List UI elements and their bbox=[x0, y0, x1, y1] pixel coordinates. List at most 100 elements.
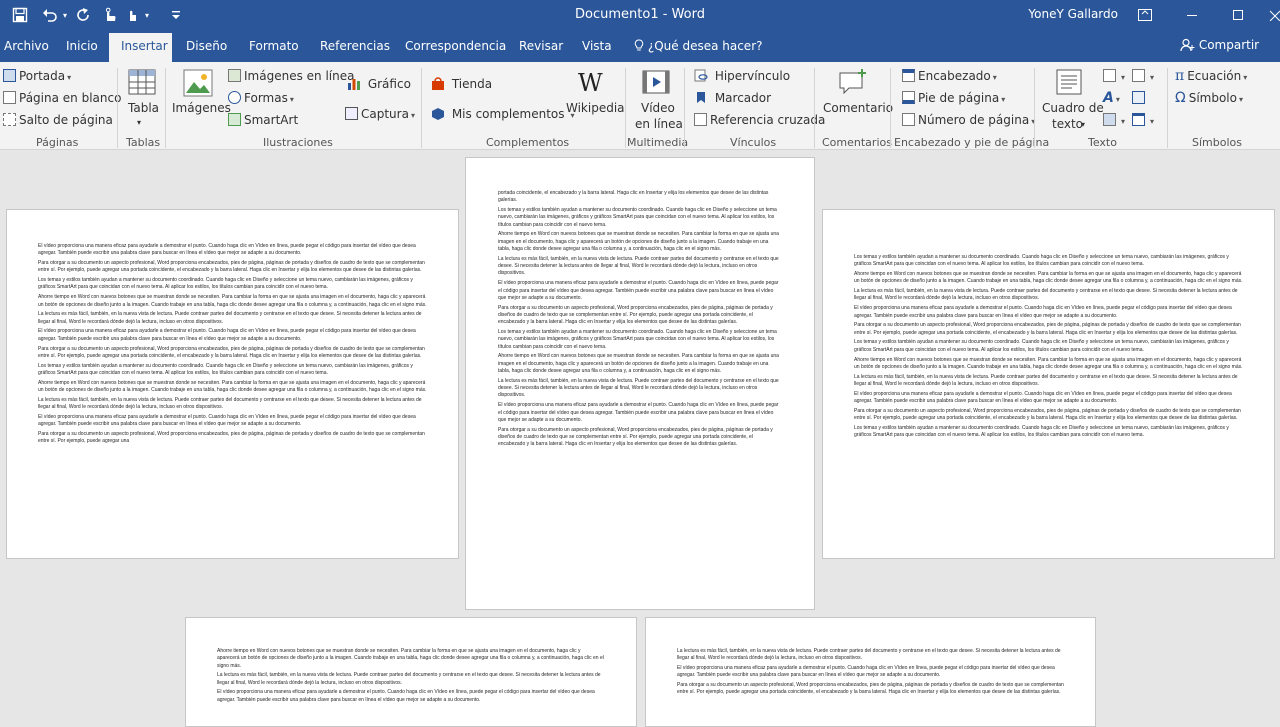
tab-insertar[interactable]: Insertar bbox=[121, 39, 168, 53]
table-icon bbox=[128, 69, 156, 95]
imagenes-en-linea-label: Imágenes en línea bbox=[244, 69, 355, 83]
tab-inicio[interactable]: Inicio bbox=[66, 39, 98, 53]
page-paragraph: La lectura es más fácil, también, en la … bbox=[854, 373, 1238, 387]
tab-formato[interactable]: Formato bbox=[249, 39, 299, 53]
user-name[interactable]: YoneY Gallardo bbox=[1028, 7, 1118, 21]
tab-referencias[interactable]: Referencias bbox=[320, 39, 390, 53]
tienda-label: Tienda bbox=[451, 77, 493, 91]
object-icon bbox=[1132, 113, 1145, 126]
bookmark-icon bbox=[694, 91, 715, 105]
page-paragraph: El vídeo proporciona una manera eficaz p… bbox=[38, 413, 416, 428]
hipervinculo-button[interactable]: Hipervínculo bbox=[694, 69, 790, 83]
quick-parts-button[interactable]: ▾ bbox=[1103, 69, 1125, 85]
page-paragraph: portada coincidente, el encabezado y la … bbox=[498, 190, 769, 204]
document-page-5[interactable]: La lectura es más fácil, también, en la … bbox=[645, 617, 1096, 727]
document-page-4[interactable]: Ahorre tiempo en Word con nuevos botones… bbox=[185, 617, 637, 727]
salto-de-pagina-button[interactable]: Salto de página bbox=[3, 113, 113, 127]
drop-cap-icon bbox=[1103, 113, 1116, 126]
encabezado-button[interactable]: Encabezado ▾ bbox=[902, 69, 997, 85]
my-addins-icon bbox=[431, 107, 452, 121]
grafico-button[interactable]: Gráfico bbox=[347, 77, 411, 91]
page-text: La lectura es más fácil, también, en la … bbox=[677, 648, 1064, 697]
mis-complementos-label: Mis complementos bbox=[451, 107, 565, 121]
tab-archivo[interactable]: Archivo bbox=[4, 39, 49, 53]
pagina-en-blanco-label: Página en blanco bbox=[19, 91, 122, 105]
share-person-icon bbox=[1180, 38, 1199, 52]
page-paragraph: Para otorgar a su documento un aspecto p… bbox=[677, 682, 1064, 696]
online-pictures-icon bbox=[228, 69, 241, 82]
tab-diseno[interactable]: Diseño bbox=[186, 39, 227, 53]
formas-button[interactable]: Formas ▾ bbox=[228, 91, 294, 107]
page-paragraph: Ahorre tiempo en Word con nuevos botones… bbox=[217, 648, 604, 669]
page-paragraph: Ahorre tiempo en Word con nuevos botones… bbox=[498, 231, 779, 253]
document-page-3[interactable]: Los temas y estilos también ayudan a man… bbox=[822, 209, 1275, 559]
page-paragraph: La lectura es más fácil, también, en la … bbox=[38, 311, 422, 325]
signature-line-button[interactable]: ▾ bbox=[1132, 69, 1154, 85]
page-text: portada coincidente, el encabezado y la … bbox=[498, 190, 781, 449]
group-label-comentarios: Comentarios bbox=[822, 136, 892, 149]
pie-de-pagina-button[interactable]: Pie de página ▾ bbox=[902, 91, 1005, 107]
chevron-down-icon: ▾ bbox=[1121, 73, 1126, 82]
mis-complementos-button[interactable]: Mis complementos ▾ bbox=[431, 107, 575, 123]
chevron-down-icon: ▾ bbox=[410, 111, 415, 120]
group-separator bbox=[1034, 68, 1035, 148]
captura-button[interactable]: Captura ▾ bbox=[345, 107, 415, 123]
ecuacion-button[interactable]: π Ecuación ▾ bbox=[1175, 69, 1247, 85]
tab-correspondencia[interactable]: Correspondencia bbox=[405, 39, 506, 53]
numero-de-pagina-button[interactable]: Número de página▾ bbox=[902, 113, 1035, 129]
tell-me-text: ¿Qué desea hacer? bbox=[647, 39, 763, 53]
ribbon-display-options-icon[interactable] bbox=[1133, 3, 1157, 27]
tell-me-box[interactable]: ¿Qué desea hacer? bbox=[634, 39, 763, 53]
referencia-label: Referencia cruzada bbox=[710, 113, 826, 127]
document-page-2[interactable]: portada coincidente, el encabezado y la … bbox=[465, 157, 815, 610]
group-label-paginas: Páginas bbox=[36, 136, 79, 149]
portada-button[interactable]: Portada ▾ bbox=[3, 69, 71, 85]
group-label-texto: Texto bbox=[1088, 136, 1117, 149]
share-button[interactable]: Compartir bbox=[1180, 38, 1259, 52]
shapes-icon bbox=[228, 91, 241, 104]
chevron-down-icon: ▾ bbox=[1150, 73, 1155, 82]
page-text: El vídeo proporciona una manera eficaz p… bbox=[38, 243, 427, 446]
maximize-icon[interactable] bbox=[1226, 3, 1250, 27]
smartart-button[interactable]: SmartArt bbox=[228, 113, 298, 127]
captura-label: Captura bbox=[361, 107, 409, 121]
page-paragraph: Los temas y estilos también ayudan a man… bbox=[498, 329, 777, 350]
group-label-ilustraciones: Ilustraciones bbox=[263, 136, 333, 149]
group-label-multimedia: Multimedia bbox=[627, 136, 689, 149]
page-paragraph: El vídeo proporciona una manera eficaz p… bbox=[217, 689, 595, 703]
tab-revisar[interactable]: Revisar bbox=[519, 39, 563, 53]
minimize-icon[interactable] bbox=[1180, 3, 1204, 27]
date-time-icon bbox=[1132, 91, 1145, 104]
marcador-button[interactable]: Marcador bbox=[694, 91, 771, 105]
ribbon-tab-bar: Archivo Inicio Insertar Diseño Formato R… bbox=[0, 30, 1280, 62]
close-icon[interactable] bbox=[1268, 3, 1280, 27]
page-paragraph: La lectura es más fácil, también, en la … bbox=[38, 396, 422, 411]
imagenes-en-linea-button[interactable]: Imágenes en línea bbox=[228, 69, 354, 83]
video-label-line-2: en línea bbox=[635, 117, 683, 131]
simbolo-button[interactable]: Ω Símbolo ▾ bbox=[1175, 91, 1243, 107]
cover-page-icon bbox=[3, 69, 16, 82]
group-separator bbox=[1167, 68, 1168, 148]
screenshot-icon bbox=[345, 107, 358, 120]
chevron-down-icon: ▾ bbox=[137, 118, 142, 127]
tienda-button[interactable]: Tienda bbox=[431, 77, 492, 91]
page-paragraph: Ahorre tiempo en Word con nuevos botones… bbox=[38, 379, 427, 394]
document-page-1[interactable]: El vídeo proporciona una manera eficaz p… bbox=[6, 209, 459, 559]
date-time-button[interactable] bbox=[1132, 91, 1148, 105]
chevron-down-icon: ▾ bbox=[992, 73, 997, 82]
title-bar: ▾ ▾ Documento1 - Word YoneY Gallardo bbox=[0, 0, 1280, 30]
chevron-down-icon: ▾ bbox=[1115, 95, 1120, 104]
chevron-down-icon: ▾ bbox=[1238, 95, 1243, 104]
drop-cap-button[interactable]: ▾ bbox=[1103, 113, 1125, 129]
document-name: Documento1 bbox=[575, 7, 659, 22]
referencia-cruzada-button[interactable]: Referencia cruzada bbox=[694, 113, 825, 127]
wordart-button[interactable]: A ▾ bbox=[1103, 91, 1120, 107]
tab-vista[interactable]: Vista bbox=[582, 39, 612, 53]
object-button[interactable]: ▾ bbox=[1132, 113, 1154, 129]
page-paragraph: La lectura es más fácil, también, en la … bbox=[677, 648, 1061, 662]
app-name: Word bbox=[671, 7, 705, 22]
page-paragraph: La lectura es más fácil, también, en la … bbox=[498, 255, 779, 277]
pagina-en-blanco-button[interactable]: Página en blanco bbox=[3, 91, 121, 105]
page-paragraph: Ahorre tiempo en Word con nuevos botones… bbox=[38, 294, 427, 308]
page-paragraph: El vídeo proporciona una manera eficaz p… bbox=[38, 328, 416, 342]
